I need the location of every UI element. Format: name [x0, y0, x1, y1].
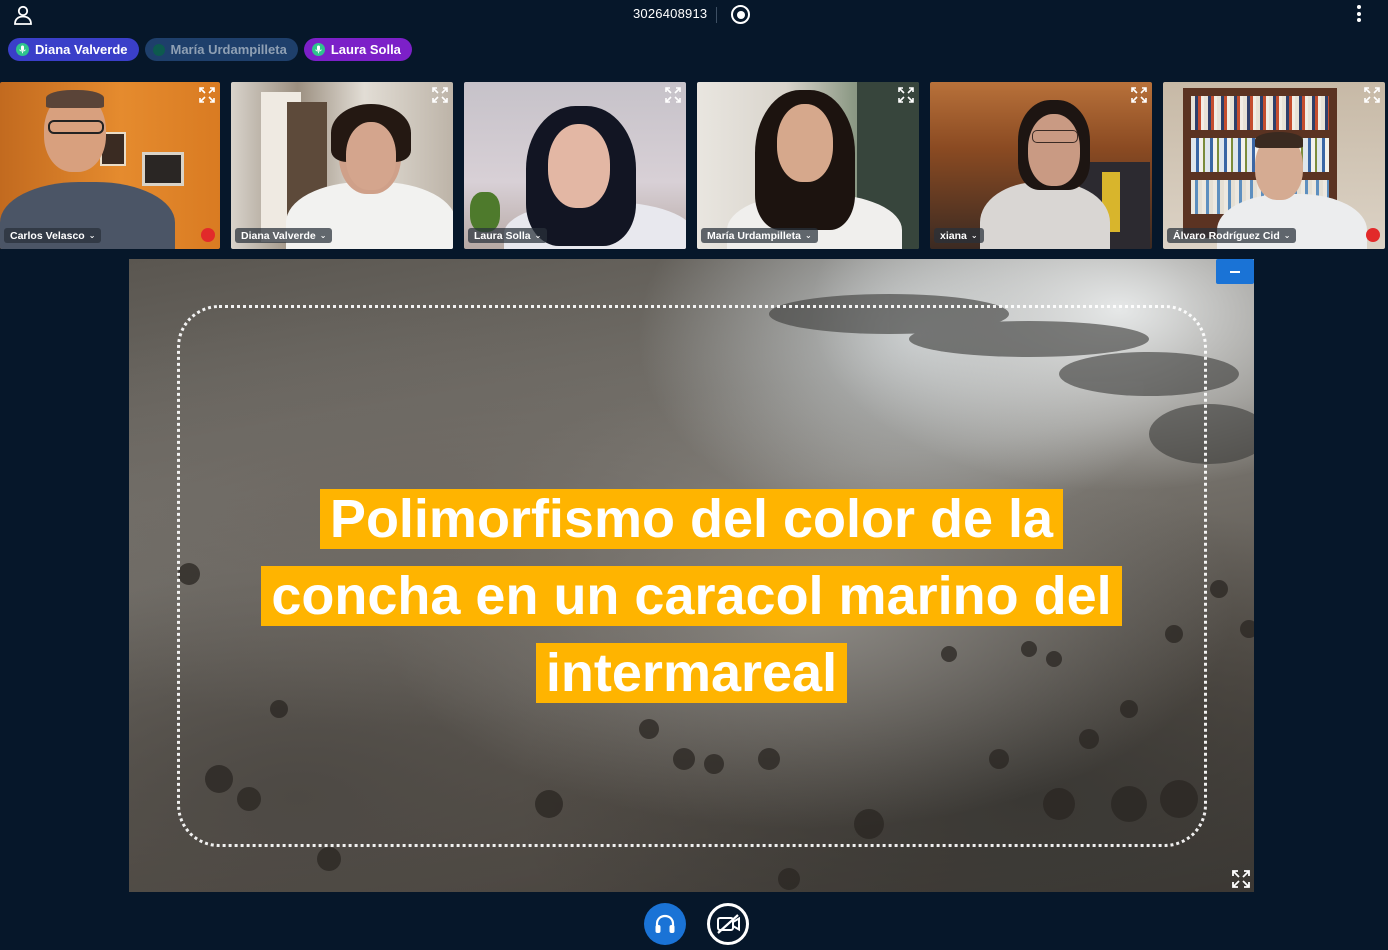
expand-icon[interactable] [1131, 87, 1147, 103]
chevron-down-icon: ⌄ [1283, 231, 1291, 240]
webcam-name: Laura Solla [474, 229, 531, 242]
chevron-down-icon: ⌄ [319, 231, 327, 240]
webcam-name: Álvaro Rodríguez Cid [1173, 229, 1280, 242]
talker-name: Diana Valverde [35, 42, 128, 57]
muted-mic-icon [1366, 228, 1380, 242]
slide-title-line: Polimorfismo del color de la [319, 489, 1064, 549]
divider [716, 7, 717, 23]
expand-icon[interactable] [432, 87, 448, 103]
webcam-name: Carlos Velasco [10, 229, 85, 242]
webcam-name-label[interactable]: xiana ⌄ [934, 228, 984, 243]
expand-icon[interactable] [898, 87, 914, 103]
webcam-name: Diana Valverde [241, 229, 316, 242]
talker-laura-solla[interactable]: Laura Solla [303, 38, 412, 61]
webcam-tile[interactable]: Álvaro Rodríguez Cid ⌄ [1163, 82, 1385, 249]
action-bar [0, 902, 1388, 946]
chevron-down-icon: ⌄ [88, 231, 96, 240]
webcam-name: xiana [940, 229, 967, 242]
expand-icon[interactable] [1364, 87, 1380, 103]
meeting-id: 3026408913 [633, 6, 708, 21]
webcam-name-label[interactable]: Diana Valverde ⌄ [235, 228, 333, 243]
webcam-name-label[interactable]: Laura Solla ⌄ [468, 228, 548, 243]
chevron-down-icon: ⌄ [804, 231, 812, 240]
webcam-name-label[interactable]: Álvaro Rodríguez Cid ⌄ [1167, 228, 1297, 243]
minimize-icon[interactable] [1216, 259, 1254, 284]
expand-icon[interactable] [199, 87, 215, 103]
webcam-tile[interactable]: Diana Valverde ⌄ [231, 82, 453, 249]
chevron-down-icon: ⌄ [970, 231, 978, 240]
expand-icon[interactable] [665, 87, 681, 103]
webcam-name: María Urdampilleta [707, 229, 801, 242]
microphone-icon [152, 43, 165, 56]
webcam-name-label[interactable]: Carlos Velasco ⌄ [4, 228, 102, 243]
chevron-down-icon: ⌄ [534, 231, 542, 240]
slide-title: Polimorfismo del color de la concha en u… [129, 481, 1254, 712]
headphones-icon[interactable] [644, 903, 686, 945]
talker-diana-valverde[interactable]: Diana Valverde [8, 38, 139, 61]
webcam-tile[interactable]: Carlos Velasco ⌄ [0, 82, 220, 249]
muted-mic-icon [201, 228, 215, 242]
video-off-icon[interactable] [707, 903, 749, 945]
webcam-tile[interactable]: Laura Solla ⌄ [464, 82, 686, 249]
talker-name: Laura Solla [330, 42, 401, 57]
webcam-name-label[interactable]: María Urdampilleta ⌄ [701, 228, 818, 243]
webcam-tile[interactable]: María Urdampilleta ⌄ [697, 82, 919, 249]
user-icon[interactable] [12, 5, 34, 25]
record-icon[interactable] [731, 5, 750, 24]
talking-indicators: Diana Valverde María Urdampilleta Laura … [8, 38, 412, 61]
webcam-strip: Carlos Velasco ⌄ Diana Valverde ⌄ Laura So… [0, 82, 1388, 249]
talker-maria-urdampilleta[interactable]: María Urdampilleta [144, 38, 298, 61]
presentation-slide[interactable]: Polimorfismo del color de la concha en u… [129, 259, 1254, 892]
fullscreen-icon[interactable] [1232, 870, 1250, 888]
slide-title-line: intermareal [535, 643, 848, 703]
microphone-icon [311, 43, 325, 56]
slide-title-line: concha en un caracol marino del [261, 566, 1122, 626]
top-bar: 3026408913 [0, 0, 1388, 30]
microphone-icon [16, 43, 29, 56]
webcam-tile[interactable]: xiana ⌄ [930, 82, 1152, 249]
talker-name: María Urdampilleta [170, 42, 287, 57]
kebab-menu-icon[interactable] [1350, 5, 1368, 25]
